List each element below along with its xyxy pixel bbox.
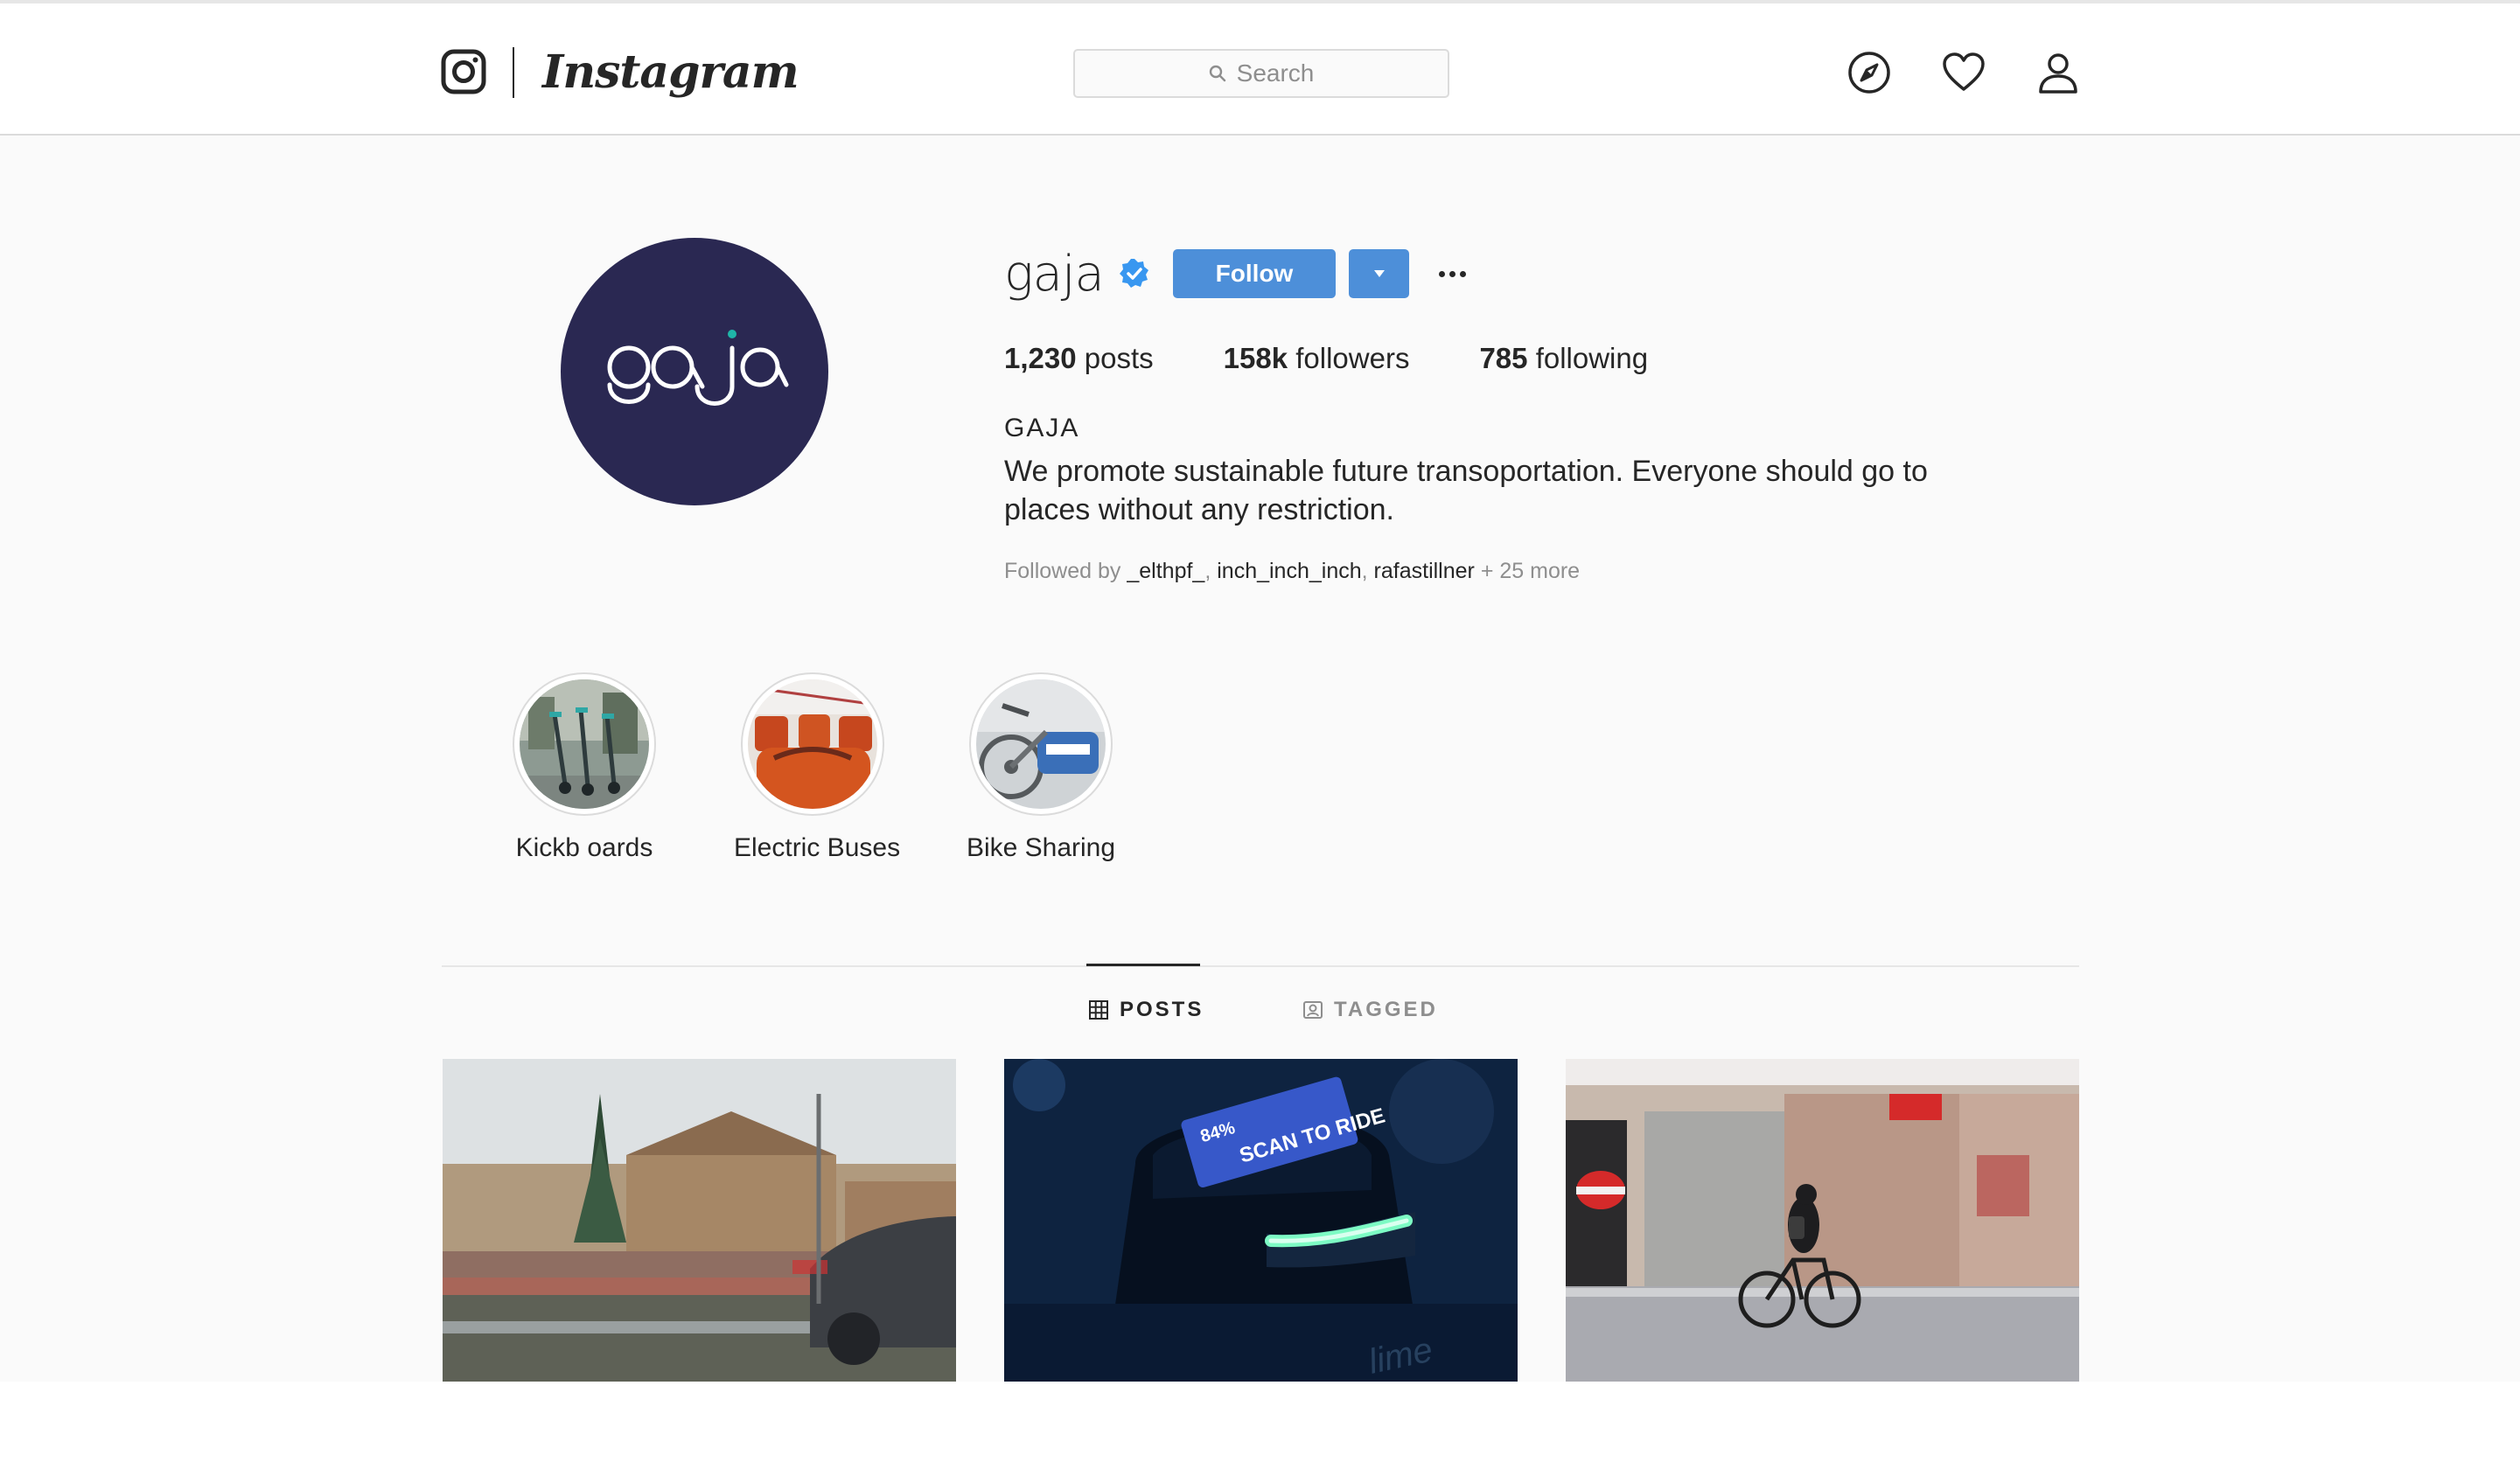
bio: We promote sustainable future transoport… <box>1004 455 1928 526</box>
username: gaja <box>1004 245 1105 303</box>
instagram-camera-icon[interactable] <box>441 49 486 94</box>
highlight-ring <box>969 672 1113 816</box>
followed-by-prefix: Followed by <box>1004 559 1121 583</box>
more-options-button[interactable] <box>1435 258 1469 289</box>
tab-tagged[interactable]: TAGGED <box>1302 998 1438 1022</box>
person-icon[interactable] <box>2036 51 2080 94</box>
top-navigation-bar: Instagram Search <box>0 0 2520 136</box>
suggestions-dropdown-button[interactable] <box>1349 249 1409 298</box>
follow-button[interactable]: Follow <box>1173 249 1336 298</box>
instagram-wordmark[interactable]: Instagram <box>542 40 799 105</box>
highlight-image <box>520 679 649 809</box>
highlight-label: Bike Sharing <box>966 833 1116 862</box>
tab-label: POSTS <box>1120 998 1204 1021</box>
post-thumbnail[interactable] <box>443 1059 956 1382</box>
following-count-label: following <box>1535 342 1649 374</box>
avatar[interactable] <box>561 238 828 505</box>
follower-name[interactable]: _elthpf_ <box>1127 559 1204 583</box>
highlight-label: Electric Buses <box>734 833 901 862</box>
story-highlight-kickboards[interactable]: Kickb oards <box>506 672 663 863</box>
tab-label: TAGGED <box>1334 998 1438 1021</box>
posts-count-label: posts <box>1084 342 1154 374</box>
followed-by-suffix: + 25 more <box>1480 559 1581 583</box>
posts-count: 1,230 posts <box>1004 342 1154 375</box>
story-highlight-bike-sharing[interactable]: Bike Sharing <box>962 672 1120 863</box>
highlight-label: Kickb oards <box>515 833 653 862</box>
instagram-profile-page: Instagram Search gaja Follow 1,230 posts… <box>0 0 2520 1476</box>
heart-icon[interactable] <box>1942 51 1986 94</box>
followers-count-value: 158k <box>1223 342 1288 374</box>
highlight-image <box>748 679 877 809</box>
post-thumbnail[interactable] <box>1566 1059 2079 1382</box>
post-thumbnail[interactable]: 84% SCAN TO RIDE lime <box>1004 1059 1518 1382</box>
search-placeholder: Search <box>1236 59 1315 87</box>
grid-icon <box>1089 1000 1108 1020</box>
search-icon <box>1209 65 1225 82</box>
active-tab-indicator <box>1086 964 1200 966</box>
follower-name[interactable]: inch_inch_inch <box>1217 559 1361 583</box>
following-count[interactable]: 785 following <box>1479 342 1648 375</box>
caret-down-icon <box>1373 270 1385 277</box>
profile-stats: 1,230 posts 158k followers 785 following <box>1004 342 1718 375</box>
profile-main: gaja Follow 1,230 posts 158k followers 7… <box>0 136 2520 1382</box>
highlight-ring <box>513 672 656 816</box>
story-highlight-electric-buses[interactable]: Electric Buses <box>734 672 901 863</box>
posts-count-value: 1,230 <box>1004 342 1077 374</box>
logo-divider <box>513 47 514 98</box>
highlight-image <box>976 679 1106 809</box>
profile-header: gaja <box>1004 245 1151 303</box>
tabs-divider <box>442 965 2079 967</box>
tagged-person-icon <box>1303 1001 1323 1019</box>
highlight-ring <box>741 672 884 816</box>
more-dot <box>1438 270 1445 277</box>
full-name: GAJA <box>1004 414 1080 442</box>
tab-posts[interactable]: POSTS <box>1088 998 1204 1022</box>
followers-count-label: followers <box>1295 342 1410 374</box>
compass-icon[interactable] <box>1847 51 1891 94</box>
following-count-value: 785 <box>1479 342 1528 374</box>
search-input[interactable]: Search <box>1073 49 1449 98</box>
follower-name[interactable]: rafastillner <box>1374 559 1475 583</box>
bottom-area <box>0 1382 2520 1476</box>
more-dot <box>1448 270 1455 277</box>
followed-by[interactable]: Followed by _elthpf_, inch_inch_inch, ra… <box>1004 559 1580 584</box>
followers-count[interactable]: 158k followers <box>1224 342 1410 375</box>
more-dot <box>1459 270 1466 277</box>
verified-badge-icon <box>1119 259 1148 288</box>
